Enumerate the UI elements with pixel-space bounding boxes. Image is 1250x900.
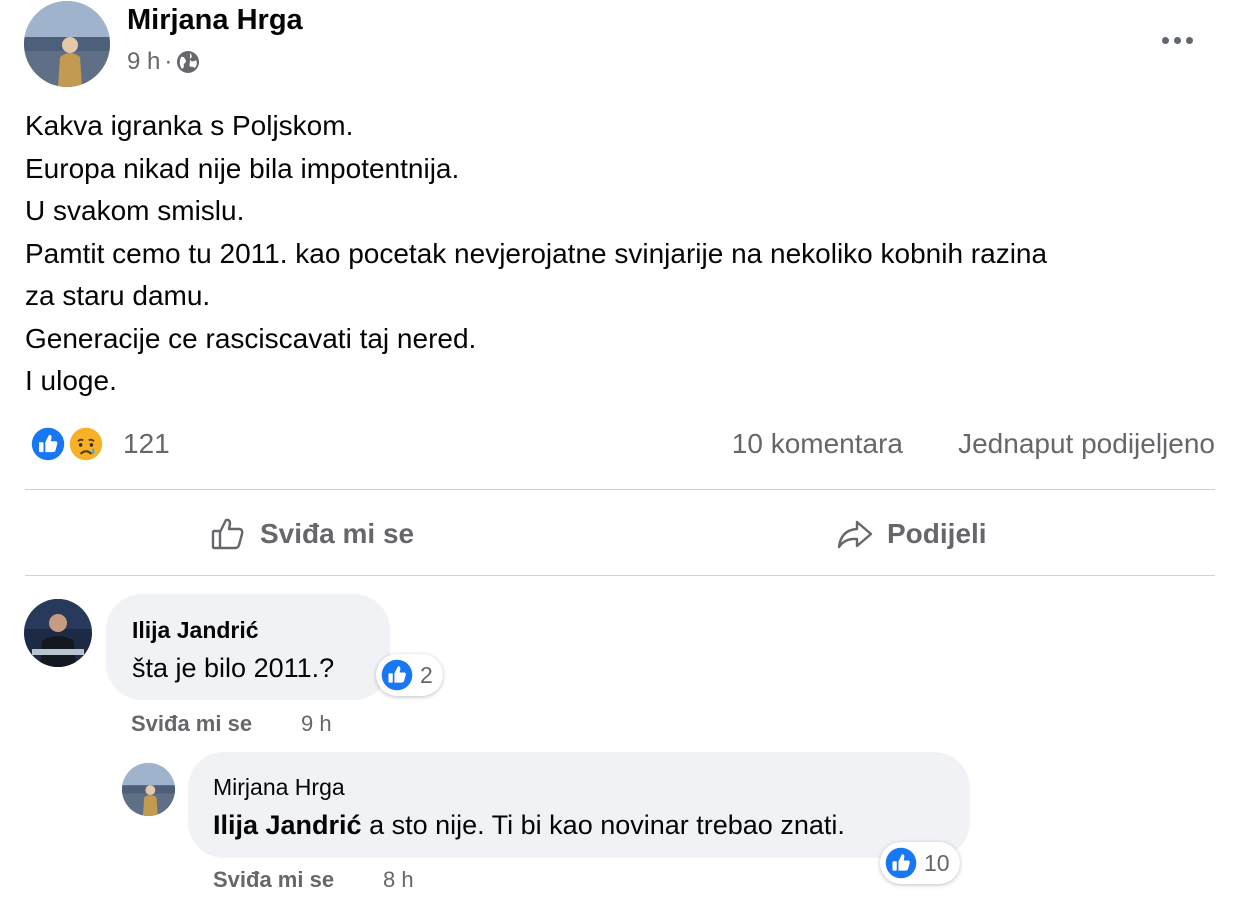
post-author-name[interactable]: Mirjana Hrga: [127, 4, 303, 37]
share-arrow-icon: [837, 520, 873, 549]
comment-author-avatar[interactable]: [24, 599, 92, 667]
reply-bubble: [188, 752, 970, 858]
reply-reaction-count: 10: [924, 849, 950, 876]
post-text-line: Pamtit cemo tu 2011. kao pocetak nevjero…: [25, 237, 1048, 269]
like-reaction-icon: [28, 424, 68, 464]
reply-author-name[interactable]: Mirjana Hrga: [213, 774, 345, 801]
reply-time[interactable]: 8 h: [383, 867, 414, 893]
like-reaction-icon: [381, 659, 413, 691]
globe-icon: [177, 51, 200, 73]
comment-time[interactable]: 9 h: [301, 711, 332, 737]
comments-count-link[interactable]: 10 komentara: [732, 428, 903, 460]
post-text-line: Europa nikad nije bila impotentnija.: [25, 152, 460, 184]
post-author-avatar[interactable]: [24, 1, 110, 87]
like-button[interactable]: Sviđa mi se: [208, 498, 414, 570]
share-button-label: Podijeli: [887, 518, 987, 549]
more-options-button[interactable]: [1152, 20, 1202, 60]
reply-text-line: Ilija Jandrić a sto nije. Ti bi kao novi…: [213, 810, 845, 841]
mention-link[interactable]: Ilija Jandrić: [213, 810, 362, 840]
comment-bubble: [106, 594, 390, 700]
post-text-line: I uloge.: [25, 365, 117, 396]
like-reaction-icon: [885, 847, 917, 879]
reply-like-button[interactable]: Sviđa mi se: [213, 867, 334, 893]
reply-author-avatar[interactable]: [122, 763, 175, 816]
post-text-line: Generacije ce rasciscavati taj nered.: [25, 322, 477, 354]
comment-author-name[interactable]: Ilija Jandrić: [132, 617, 259, 644]
more-dot-icon: [1173, 36, 1181, 44]
divider: [25, 575, 1215, 576]
divider: [25, 489, 1215, 490]
post-text: Kakva igranka s Poljskom. Europa nikad n…: [25, 105, 1225, 403]
comment-text: šta je bilo 2011.?: [132, 653, 335, 683]
reply-reaction-badge[interactable]: 10: [880, 842, 960, 884]
like-button-label: Sviđa mi se: [260, 518, 415, 549]
share-button[interactable]: Podijeli: [835, 498, 987, 570]
more-dot-icon: [1185, 36, 1193, 44]
shares-count-link[interactable]: Jednaput podijeljeno: [958, 428, 1215, 460]
reaction-icons[interactable]: [28, 424, 108, 466]
comment-reaction-badge[interactable]: 2: [376, 654, 443, 696]
sad-reaction-icon: [66, 424, 106, 464]
post-text-line: U svakom smislu.: [25, 195, 245, 226]
reaction-count[interactable]: 121: [123, 428, 170, 460]
reply-text: a sto nije. Ti bi kao novinar trebao zna…: [369, 810, 845, 840]
comment-like-button[interactable]: Sviđa mi se: [131, 711, 252, 737]
post-text-line: Kakva igranka s Poljskom.: [25, 110, 354, 141]
meta-separator: ·: [164, 48, 173, 75]
post-time[interactable]: 9 h: [127, 48, 160, 76]
comment-reaction-count: 2: [420, 661, 433, 688]
post-text-line: za staru damu.: [25, 280, 211, 311]
post-meta: 9 h ·: [127, 48, 200, 76]
more-dot-icon: [1161, 36, 1169, 44]
reactions-summary: 121 10 komentara Jednaput podijeljeno: [25, 420, 1215, 470]
thumbs-up-outline-icon: [211, 518, 244, 550]
